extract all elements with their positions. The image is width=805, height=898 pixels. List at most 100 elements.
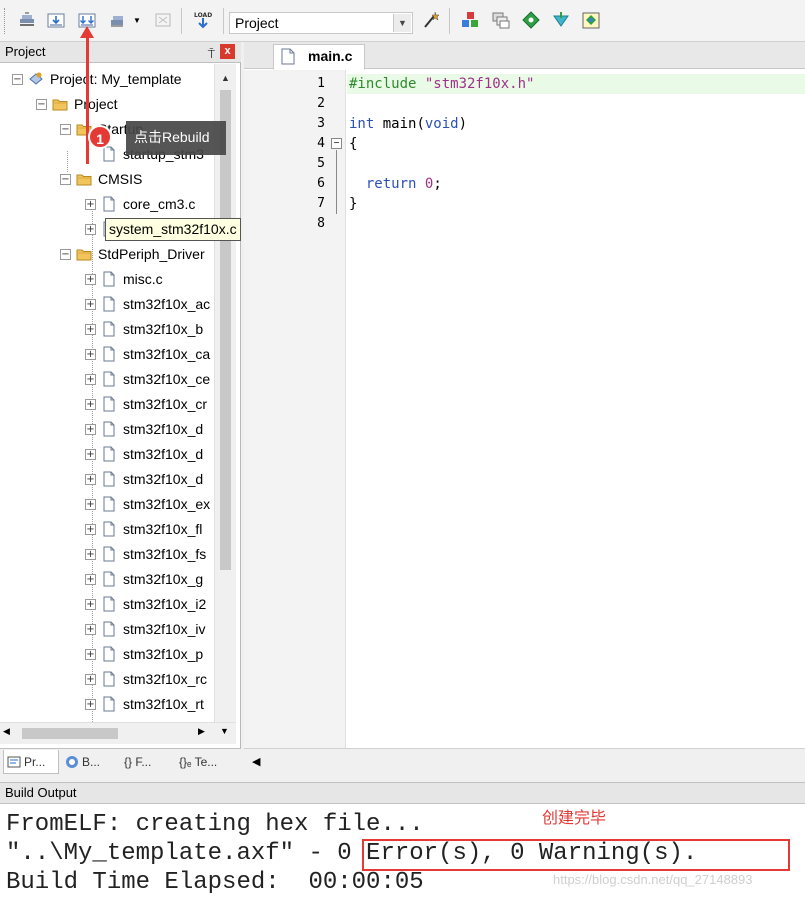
file-icon bbox=[101, 571, 123, 587]
code-line[interactable]: return 0; bbox=[347, 174, 805, 194]
tree-folder[interactable]: − Project bbox=[36, 93, 118, 115]
collapse-icon[interactable]: − bbox=[36, 98, 47, 110]
expand-icon[interactable]: + bbox=[85, 523, 96, 535]
tab-project[interactable]: Pr... bbox=[3, 750, 59, 774]
expand-icon[interactable]: + bbox=[85, 648, 96, 660]
scroll-right-icon[interactable]: ▶ bbox=[198, 726, 205, 737]
expand-icon[interactable]: + bbox=[85, 373, 96, 385]
tree-file[interactable]: + stm32f10x_iv bbox=[85, 618, 205, 640]
toolbar-grip[interactable] bbox=[4, 8, 7, 34]
tree-vertical-scrollbar[interactable]: ▲ bbox=[214, 64, 236, 722]
pack-installer-button[interactable] bbox=[520, 9, 542, 31]
expand-icon[interactable]: + bbox=[85, 548, 96, 560]
code-token: ; bbox=[433, 176, 442, 192]
tree-file[interactable]: + stm32f10x_ac bbox=[85, 293, 210, 315]
tree-folder[interactable]: − CMSIS bbox=[60, 168, 142, 190]
code-line[interactable]: #include "stm32f10x.h" bbox=[347, 74, 805, 94]
tree-hscroll-thumb[interactable] bbox=[22, 728, 118, 739]
tree-file[interactable]: + stm32f10x_i2 bbox=[85, 593, 206, 615]
close-icon[interactable]: x bbox=[220, 44, 235, 59]
expand-icon[interactable]: + bbox=[85, 348, 96, 360]
expand-icon[interactable]: + bbox=[85, 623, 96, 635]
file-extensions-button[interactable] bbox=[490, 9, 512, 31]
expand-icon[interactable]: + bbox=[85, 423, 96, 435]
tab-templates[interactable]: {}ₑ Te... bbox=[176, 750, 234, 774]
chevron-down-icon[interactable]: ▼ bbox=[393, 14, 411, 32]
tree-file[interactable]: + core_cm3.c bbox=[85, 193, 195, 215]
tree-file[interactable]: + stm32f10x_d bbox=[85, 443, 203, 465]
expand-icon[interactable]: + bbox=[85, 448, 96, 460]
tree-file[interactable]: + stm32f10x_fs bbox=[85, 543, 206, 565]
batch-build-icon bbox=[111, 16, 123, 27]
target-options-button[interactable] bbox=[420, 9, 442, 31]
manage-components-button[interactable] bbox=[459, 9, 481, 31]
build-output-line: FromELF: creating hex file... bbox=[6, 811, 424, 838]
expand-icon[interactable]: + bbox=[85, 598, 96, 610]
translate-button[interactable] bbox=[16, 9, 38, 31]
tab-books[interactable]: B... bbox=[62, 750, 118, 774]
tree-file[interactable]: + stm32f10x_ca bbox=[85, 343, 210, 365]
software-packs-button[interactable] bbox=[580, 9, 602, 31]
pin-icon[interactable]: ⍑ bbox=[208, 44, 215, 64]
batch-dropdown[interactable]: ▼ bbox=[131, 9, 143, 31]
done-annotation: 创建完毕 bbox=[542, 810, 607, 827]
tree-folder[interactable]: − StdPeriph_Driver bbox=[60, 243, 205, 265]
tree-file[interactable]: + misc.c bbox=[85, 268, 163, 290]
collapse-icon[interactable]: − bbox=[60, 173, 71, 185]
tree-file[interactable]: + stm32f10x_rt bbox=[85, 693, 204, 715]
tree-file[interactable]: + stm32f10x_ce bbox=[85, 368, 210, 390]
code-line[interactable]: int main(void) bbox=[347, 114, 805, 134]
scroll-down-icon[interactable]: ▼ bbox=[220, 726, 229, 736]
tree-file[interactable]: + stm32f10x_p bbox=[85, 643, 203, 665]
expand-icon[interactable]: + bbox=[85, 223, 96, 235]
batch-build-button[interactable] bbox=[107, 9, 129, 31]
tree-file[interactable]: + stm32f10x_g bbox=[85, 568, 203, 590]
tree-horizontal-scrollbar[interactable]: ◀ ▶ ▼ bbox=[0, 722, 236, 744]
select-pack-button[interactable] bbox=[550, 9, 572, 31]
step-badge: 1 bbox=[88, 125, 112, 149]
step-callout: 点击Rebuild bbox=[126, 121, 226, 155]
expand-icon[interactable]: + bbox=[85, 573, 96, 585]
scroll-left-icon[interactable]: ◀ bbox=[252, 755, 260, 768]
tree-file[interactable]: + stm32f10x_ex bbox=[85, 493, 210, 515]
expand-icon[interactable]: + bbox=[85, 398, 96, 410]
collapse-icon[interactable]: − bbox=[60, 123, 71, 135]
target-select[interactable]: Project ▼ bbox=[229, 12, 413, 34]
tree-scroll-thumb[interactable] bbox=[220, 90, 231, 570]
expand-icon[interactable]: + bbox=[85, 273, 96, 285]
line-number: 4 bbox=[317, 136, 325, 151]
scroll-left-icon[interactable]: ◀ bbox=[3, 726, 10, 737]
expand-icon[interactable]: + bbox=[85, 323, 96, 335]
fold-toggle-icon[interactable]: − bbox=[331, 138, 342, 149]
tree-label: stm32f10x_d bbox=[123, 446, 204, 462]
editor-horizontal-scrollbar[interactable]: ◀ bbox=[244, 748, 805, 776]
tree-file[interactable]: + stm32f10x_cr bbox=[85, 393, 207, 415]
tree-file[interactable]: + stm32f10x_rc bbox=[85, 668, 207, 690]
build-button[interactable] bbox=[45, 9, 67, 31]
code-line[interactable] bbox=[347, 154, 805, 174]
expand-icon[interactable]: + bbox=[85, 198, 96, 210]
expand-icon[interactable]: + bbox=[85, 473, 96, 485]
tab-functions[interactable]: {} F... bbox=[121, 750, 173, 774]
expand-icon[interactable]: + bbox=[85, 698, 96, 710]
tree-file[interactable]: + stm32f10x_d bbox=[85, 418, 203, 440]
code-line[interactable] bbox=[347, 94, 805, 114]
expand-icon[interactable]: + bbox=[85, 498, 96, 510]
stop-build-button[interactable] bbox=[152, 9, 174, 31]
code-line[interactable]: { bbox=[347, 134, 805, 154]
expand-icon[interactable]: + bbox=[85, 298, 96, 310]
scroll-up-icon[interactable]: ▲ bbox=[217, 70, 234, 87]
code-line[interactable] bbox=[347, 214, 805, 234]
download-button[interactable]: LOAD bbox=[192, 9, 214, 31]
tree-file[interactable]: + stm32f10x_fl bbox=[85, 518, 202, 540]
tree-file[interactable]: + stm32f10x_d bbox=[85, 468, 203, 490]
packs-icon bbox=[582, 12, 600, 29]
code-area[interactable]: #include "stm32f10x.h" int main(void) { re… bbox=[347, 70, 805, 748]
tree-file[interactable]: + stm32f10x_b bbox=[85, 318, 203, 340]
collapse-icon[interactable]: − bbox=[60, 248, 71, 260]
tab-main-c[interactable]: main.c bbox=[273, 44, 365, 70]
collapse-icon[interactable]: − bbox=[12, 73, 23, 85]
tree-root[interactable]: − Project: My_template bbox=[12, 68, 182, 90]
code-line[interactable]: } bbox=[347, 194, 805, 214]
expand-icon[interactable]: + bbox=[85, 673, 96, 685]
